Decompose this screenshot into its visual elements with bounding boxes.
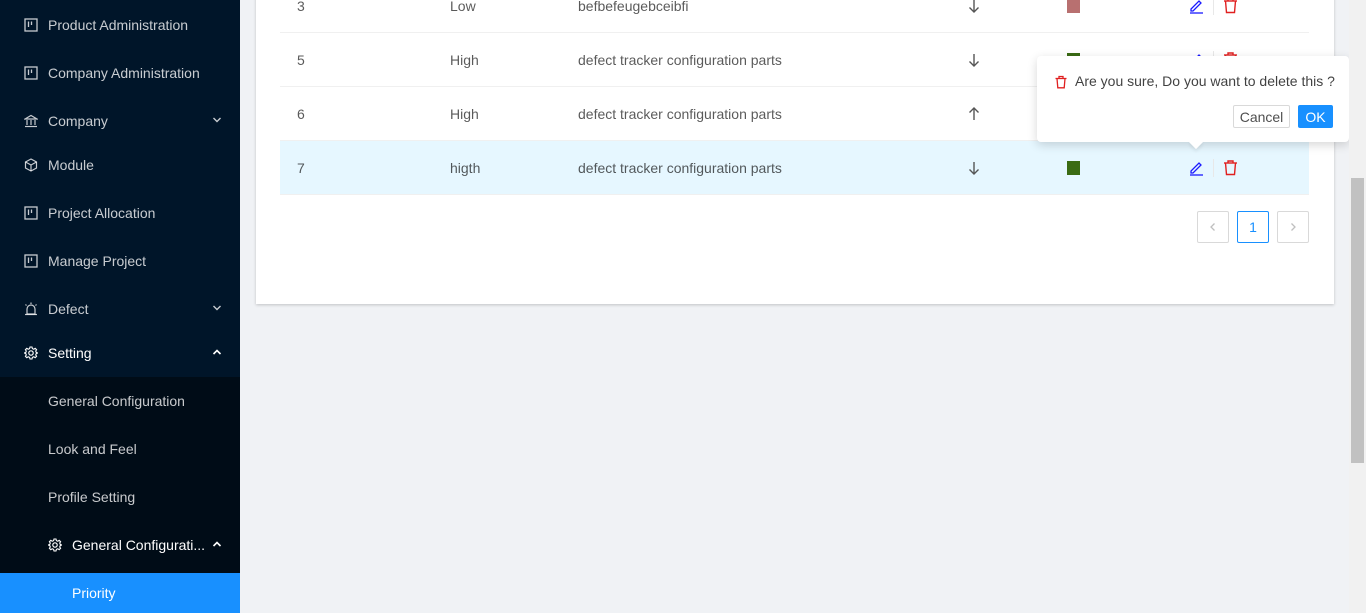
- gear-icon: [24, 346, 38, 360]
- menu-label: Company: [48, 113, 108, 129]
- menu-label: Look and Feel: [48, 441, 137, 457]
- cancel-button[interactable]: Cancel: [1233, 105, 1290, 128]
- delete-icon[interactable]: [1222, 0, 1239, 14]
- bank-icon: [24, 114, 38, 128]
- project-icon: [24, 66, 38, 80]
- cell-name: High: [450, 106, 479, 122]
- menu-item-project-allocation[interactable]: Project Allocation: [0, 193, 240, 233]
- cell-description: befbefeugebceibfi: [578, 0, 689, 14]
- menu-label: General Configurati...: [72, 537, 206, 553]
- submenu-item-general-configuration-group[interactable]: General Configurati...: [0, 525, 240, 565]
- popconfirm-message: Are you sure, Do you want to delete this…: [1075, 73, 1335, 89]
- menu-item-company[interactable]: Company: [0, 101, 240, 141]
- menu-item-defect[interactable]: Defect: [0, 289, 240, 329]
- menu-label: Priority: [72, 585, 116, 601]
- cell-description: defect tracker configuration parts: [578, 52, 782, 68]
- menu-label: Company Administration: [48, 65, 200, 81]
- ok-button[interactable]: OK: [1298, 105, 1333, 128]
- pagination-next-button[interactable]: [1277, 211, 1309, 243]
- submenu-item-general-configuration[interactable]: General Configuration: [0, 381, 240, 421]
- delete-popconfirm: Are you sure, Do you want to delete this…: [1037, 56, 1349, 150]
- alarm-icon: [24, 302, 38, 316]
- arrow-down-icon: [967, 160, 981, 176]
- arrow-down-icon: [967, 0, 981, 14]
- scrollbar-thumb[interactable]: [1351, 178, 1364, 463]
- cell-id: 7: [297, 160, 305, 176]
- chevron-right-icon: [1288, 222, 1298, 232]
- menu-label: Manage Project: [48, 253, 147, 269]
- cell-name: Low: [450, 0, 476, 14]
- pagination-prev-button[interactable]: [1197, 211, 1229, 243]
- chevron-down-icon: [212, 115, 222, 125]
- arrow-down-icon: [967, 52, 981, 68]
- menu-label: Module: [48, 157, 94, 173]
- table-row[interactable]: 7 higth defect tracker configuration par…: [280, 141, 1309, 195]
- project-icon: [24, 254, 38, 268]
- project-icon: [24, 18, 38, 32]
- menu-label: Profile Setting: [48, 489, 136, 505]
- priority-table-card: 3 Low befbefeugebceibfi 5 High defect tr…: [256, 0, 1334, 304]
- menu-item-setting[interactable]: Setting: [0, 333, 240, 373]
- cube-icon: [24, 158, 38, 172]
- menu-label: Project Allocation: [48, 205, 156, 221]
- cell-id: 6: [297, 106, 305, 122]
- cell-id: 3: [297, 0, 305, 14]
- menu-label: Product Administration: [48, 17, 189, 33]
- submenu-item-profile-setting[interactable]: Profile Setting: [0, 477, 240, 517]
- chevron-up-icon: [212, 539, 222, 549]
- sidebar: Product Administration Company Administr…: [0, 0, 240, 613]
- menu-item-manage-project[interactable]: Manage Project: [0, 241, 240, 281]
- cell-id: 5: [297, 52, 305, 68]
- color-swatch: [1067, 0, 1080, 13]
- project-icon: [24, 206, 38, 220]
- divider: [1213, 159, 1214, 177]
- cell-name: High: [450, 52, 479, 68]
- menu-item-company-administration[interactable]: Company Administration: [0, 53, 240, 93]
- gear-icon: [48, 538, 62, 552]
- cell-description: defect tracker configuration parts: [578, 106, 782, 122]
- delete-icon[interactable]: [1222, 159, 1239, 176]
- arrow-up-icon: [967, 106, 981, 122]
- cell-name: higth: [450, 160, 481, 176]
- chevron-up-icon: [212, 347, 222, 357]
- menu-item-module[interactable]: Module: [0, 145, 240, 185]
- menu-label: Setting: [48, 345, 92, 361]
- submenu-item-priority[interactable]: Priority: [0, 573, 240, 613]
- menu-label: General Configuration: [48, 393, 185, 409]
- cell-description: defect tracker configuration parts: [578, 160, 782, 176]
- menu-item-product-administration[interactable]: Product Administration: [0, 5, 240, 45]
- divider: [1213, 0, 1214, 15]
- pagination-page-button[interactable]: 1: [1237, 211, 1269, 243]
- menu-label: Defect: [48, 301, 89, 317]
- submenu-item-look-and-feel[interactable]: Look and Feel: [0, 429, 240, 469]
- table-row[interactable]: 3 Low befbefeugebceibfi: [280, 0, 1309, 33]
- edit-icon[interactable]: [1188, 0, 1205, 14]
- edit-icon[interactable]: [1188, 159, 1205, 176]
- delete-icon: [1054, 75, 1068, 89]
- color-swatch: [1067, 161, 1080, 175]
- chevron-down-icon: [212, 303, 222, 313]
- chevron-left-icon: [1208, 222, 1218, 232]
